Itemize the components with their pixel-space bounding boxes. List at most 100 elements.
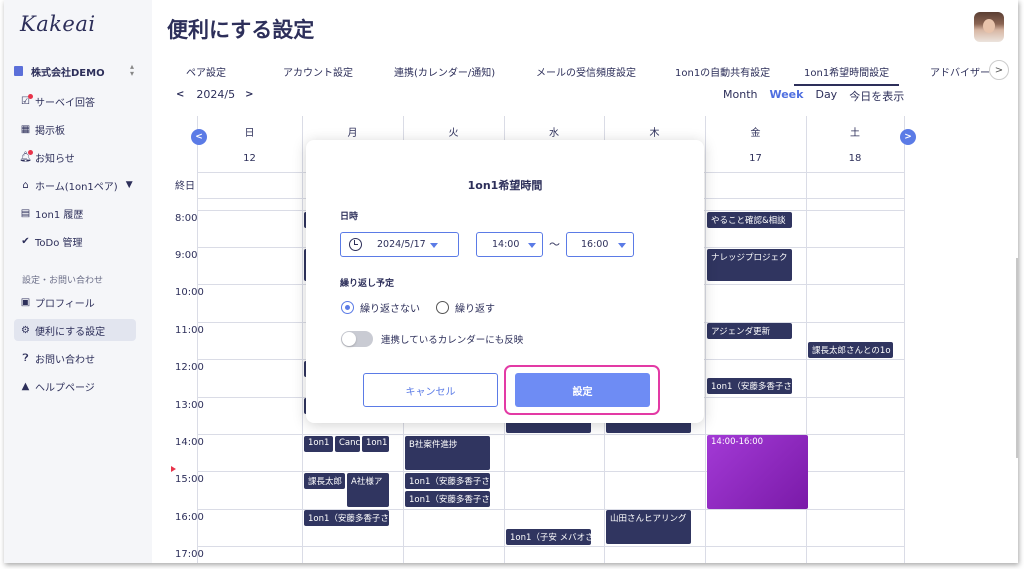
tab-advisor[interactable]: アドバイザー <box>930 64 990 79</box>
view-week-button[interactable]: Week <box>769 88 803 104</box>
sidebar-item-todo[interactable]: ✔ ToDo 管理 <box>14 230 136 252</box>
time-label: 15:00 <box>175 474 204 485</box>
event-block[interactable]: ナレッジプロジェク <box>707 249 792 281</box>
home-icon: ⌂ <box>22 179 29 191</box>
sidebar-item-label: サーベイ回答 <box>35 97 95 109</box>
radio-button <box>436 301 449 314</box>
sidebar-item-history[interactable]: ▤ 1on1 履歴 <box>14 202 136 224</box>
event-block[interactable]: 1on1（安藤多香子さ <box>707 378 792 394</box>
sidebar-item-survey[interactable]: ☑ サーベイ回答 <box>14 90 136 112</box>
calendar-sync-label: 連携しているカレンダーにも反映 <box>381 335 524 346</box>
day-name: 木 <box>649 128 660 139</box>
graduation-cap-icon: ▲ <box>21 380 30 392</box>
day-date: 17 <box>749 153 762 164</box>
event-block[interactable]: 山田さんヒアリング <box>606 510 691 544</box>
time-label: 8:00 <box>175 213 198 224</box>
event-block[interactable]: Canc <box>335 436 360 452</box>
radio-label: 繰り返さない <box>360 304 420 315</box>
sidebar-item-label: お知らせ <box>35 153 75 165</box>
notification-dot <box>28 93 33 99</box>
tab-account-settings[interactable]: アカウント設定 <box>283 64 353 79</box>
sidebar-item-board[interactable]: ▦ 掲示板 <box>14 118 136 140</box>
bell-icon: 🔔︎ <box>19 149 33 163</box>
app-window: Kakeai 株式会社DEMO ▴ ▾ ☑ サーベイ回答 ▦ 掲示板 🔔︎ お知ら… <box>4 0 1018 563</box>
sidebar-section-label: 設定・お問い合わせ <box>22 276 104 286</box>
cancel-button[interactable]: キャンセル <box>363 373 498 407</box>
start-time-value: 14:00 <box>492 239 520 250</box>
tab-integration[interactable]: 連携(カレンダー/通知) <box>394 64 495 79</box>
tab-pair-settings[interactable]: ペア設定 <box>186 64 226 79</box>
day-name: 土 <box>850 128 860 139</box>
sidebar-item-home[interactable]: ⌂ ホーム(1on1ペア) ▼ <box>14 174 136 196</box>
day-date: 12 <box>243 153 256 164</box>
history-icon: ▤ <box>20 207 31 219</box>
set-button[interactable]: 設定 <box>515 373 650 407</box>
event-block[interactable]: 1on1（子安 メバオさ <box>506 529 591 545</box>
tab-preferred-time[interactable]: 1on1希望時間設定 <box>804 64 889 79</box>
prev-month-icon[interactable]: < <box>176 89 184 100</box>
sidebar-item-contact[interactable]: ❓︎ お問い合わせ <box>14 347 136 369</box>
event-block[interactable]: B社案件進捗 <box>405 436 490 470</box>
event-block[interactable]: やること確認&相談 <box>707 212 792 228</box>
next-month-icon[interactable]: > <box>245 89 253 100</box>
radio-label: 繰り返す <box>455 304 495 315</box>
scrollbar[interactable] <box>1016 258 1018 458</box>
date-picker[interactable]: 2024/5/17 <box>340 232 459 257</box>
day-header-fri: 金 17 <box>705 116 806 172</box>
selected-time-slot[interactable]: 14:00-16:00 <box>707 435 808 509</box>
chevron-down-icon: ▼ <box>125 180 133 190</box>
today-button[interactable]: 今日を表示 <box>849 88 904 104</box>
event-block[interactable]: 1on1（安藤多香子さ <box>405 491 490 507</box>
sidebar-item-label: 1on1 履歴 <box>35 209 84 221</box>
time-label: 14:00 <box>175 437 204 448</box>
tab-auto-share[interactable]: 1on1の自動共有設定 <box>675 64 770 79</box>
page-title: 便利にする設定 <box>167 18 315 42</box>
month-navigator: < 2024/5 > <box>176 88 253 101</box>
sidebar-item-profile[interactable]: ▣ プロフィール <box>14 291 136 313</box>
view-day-button[interactable]: Day <box>815 88 837 104</box>
tabs-next-button[interactable]: > <box>989 60 1009 80</box>
event-block[interactable]: A社様ア <box>347 473 389 507</box>
day-name: 水 <box>549 128 559 139</box>
time-label: 17:00 <box>175 549 204 560</box>
toggle-knob <box>342 332 356 346</box>
grid-line <box>904 116 905 563</box>
event-block[interactable]: 1on1 <box>304 436 333 452</box>
grid-line <box>705 116 706 563</box>
radio-repeat[interactable]: 繰り返す <box>436 300 495 315</box>
time-label: 16:00 <box>175 512 204 523</box>
event-block[interactable]: 1on1（安藤多香子さ <box>405 473 490 489</box>
time-label: 10:00 <box>175 287 204 298</box>
time-label: 13:00 <box>175 400 204 411</box>
event-block[interactable]: 課長太郎さんとの1o <box>808 342 893 358</box>
switch-icon: ▴ ▾ <box>129 62 134 78</box>
question-icon: ❓︎ <box>22 352 29 364</box>
company-switcher[interactable]: 株式会社DEMO ▴ ▾ <box>14 62 134 80</box>
start-time-select[interactable]: 14:00 <box>476 232 543 257</box>
day-name: 火 <box>448 128 459 139</box>
prev-week-button[interactable]: < <box>191 129 207 145</box>
tab-email-frequency[interactable]: メールの受信頻度設定 <box>536 64 636 79</box>
event-block[interactable]: 1on1 <box>362 436 389 452</box>
calendar-sync-toggle[interactable] <box>341 331 373 347</box>
event-block[interactable]: 1on1（安藤多香子さ <box>304 510 389 526</box>
event-block[interactable]: アジェンダ更新 <box>707 323 792 339</box>
end-time-select[interactable]: 16:00 <box>566 232 634 257</box>
datetime-label: 日時 <box>340 212 359 222</box>
time-label: 9:00 <box>175 250 198 261</box>
event-block[interactable]: 課長太郎 <box>304 473 345 489</box>
caret-down-icon <box>618 243 626 248</box>
radio-no-repeat[interactable]: 繰り返さない <box>341 300 420 315</box>
radio-button <box>341 301 354 314</box>
sidebar-item-notifications[interactable]: 🔔︎ お知らせ <box>14 146 136 168</box>
next-week-button[interactable]: > <box>900 129 916 145</box>
date-value: 2024/5/17 <box>377 239 426 250</box>
sidebar-item-help[interactable]: ▲ ヘルプページ <box>14 375 136 397</box>
sidebar-item-label: 便利にする設定 <box>35 326 106 338</box>
avatar[interactable] <box>974 12 1004 42</box>
avatar-face <box>983 19 995 33</box>
day-header-sat: 土 18 <box>806 116 904 172</box>
sidebar-item-convenience-settings[interactable]: ⚙ 便利にする設定 <box>14 319 136 341</box>
time-label: 12:00 <box>175 362 204 373</box>
view-month-button[interactable]: Month <box>723 88 757 104</box>
